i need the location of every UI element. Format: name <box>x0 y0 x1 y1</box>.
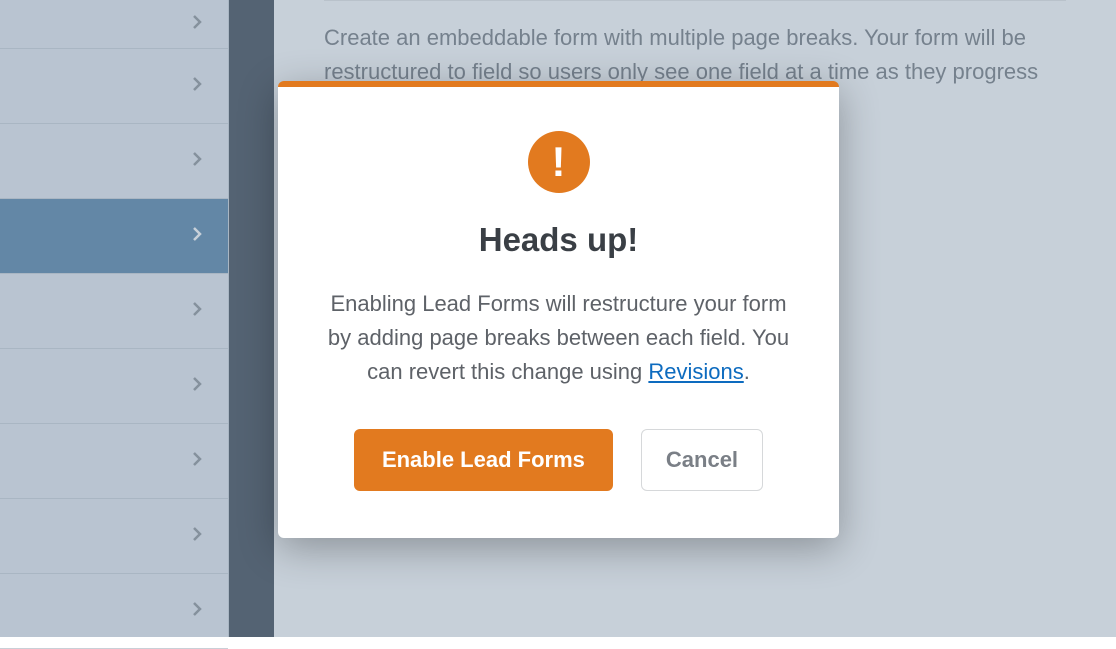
modal-body: Enabling Lead Forms will restructure you… <box>322 287 795 389</box>
modal-title: Heads up! <box>322 221 795 259</box>
enable-lead-forms-button[interactable]: Enable Lead Forms <box>354 429 613 491</box>
revisions-link[interactable]: Revisions <box>648 359 743 384</box>
confirm-modal: ! Heads up! Enabling Lead Forms will res… <box>278 81 839 538</box>
cancel-button[interactable]: Cancel <box>641 429 763 491</box>
warning-icon: ! <box>528 131 590 193</box>
modal-buttons: Enable Lead Forms Cancel <box>322 429 795 491</box>
